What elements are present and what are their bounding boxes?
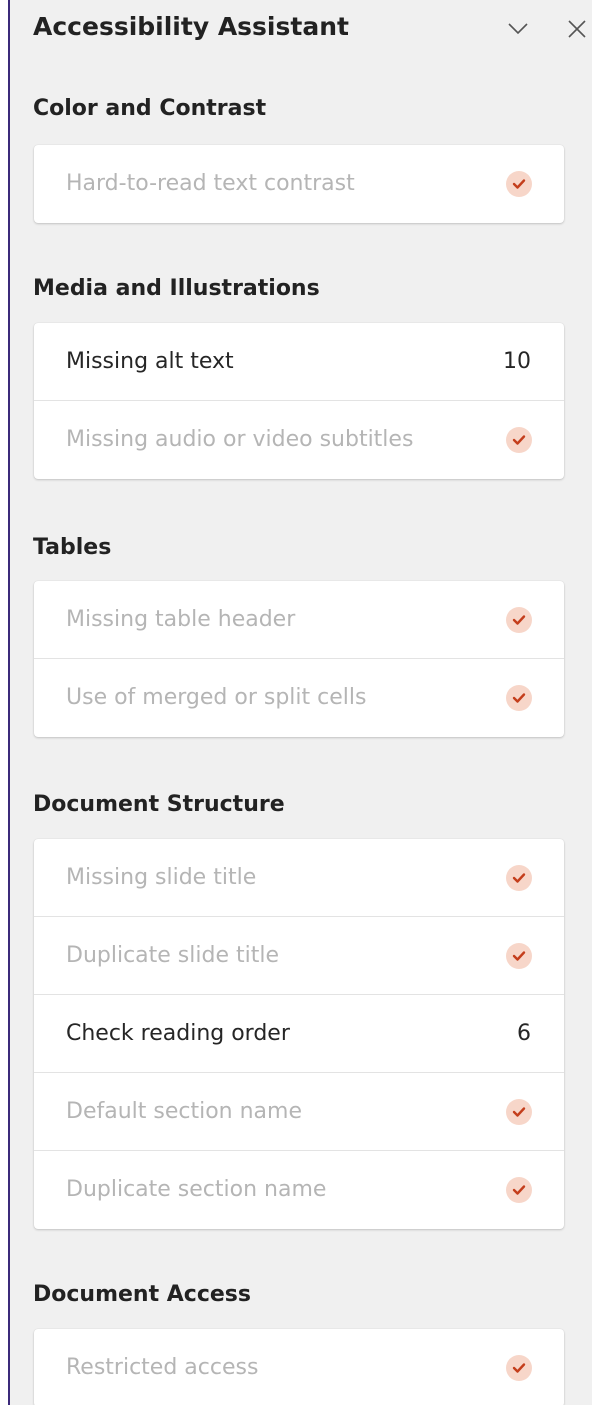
section-title-document-structure: Document Structure	[33, 792, 285, 817]
check-item-missing-table-header[interactable]: Missing table header	[34, 581, 564, 659]
close-button[interactable]	[560, 12, 592, 46]
section-card-document-access: Restricted access	[34, 1329, 564, 1405]
section-title-tables: Tables	[33, 535, 112, 560]
section-title-media-illustrations: Media and Illustrations	[33, 276, 320, 301]
section-title-color-contrast: Color and Contrast	[33, 96, 267, 121]
checkmark-icon	[506, 171, 532, 197]
check-item-label: Hard-to-read text contrast	[66, 171, 355, 196]
check-item-label: Duplicate section name	[66, 1177, 327, 1202]
check-item-merged-split-cells[interactable]: Use of merged or split cells	[34, 659, 564, 737]
checkmark-icon	[506, 865, 532, 891]
collapse-button[interactable]	[501, 12, 535, 46]
checkmark-icon	[506, 943, 532, 969]
checkmark-icon	[506, 685, 532, 711]
section-card-media-illustrations: Missing alt text 10 Missing audio or vid…	[34, 323, 564, 479]
check-item-label: Restricted access	[66, 1355, 259, 1380]
issue-count: 10	[503, 349, 531, 374]
check-item-label: Missing table header	[66, 607, 296, 632]
section-card-tables: Missing table header Use of merged or sp…	[34, 581, 564, 737]
checkmark-icon	[506, 1177, 532, 1203]
check-item-label: Duplicate slide title	[66, 943, 279, 968]
check-item-restricted-access[interactable]: Restricted access	[34, 1329, 564, 1405]
check-item-missing-subtitles[interactable]: Missing audio or video subtitles	[34, 401, 564, 479]
check-item-duplicate-slide-title[interactable]: Duplicate slide title	[34, 917, 564, 995]
pane-header: Accessibility Assistant	[33, 8, 592, 48]
check-item-label: Check reading order	[66, 1021, 290, 1046]
check-item-label: Missing alt text	[66, 349, 234, 374]
checkmark-icon	[506, 1355, 532, 1381]
check-item-missing-alt-text[interactable]: Missing alt text 10	[34, 323, 564, 401]
check-item-label: Default section name	[66, 1099, 302, 1124]
check-item-missing-slide-title[interactable]: Missing slide title	[34, 839, 564, 917]
check-item-label: Missing audio or video subtitles	[66, 427, 414, 452]
check-item-label: Use of merged or split cells	[66, 685, 367, 710]
section-title-document-access: Document Access	[33, 1282, 251, 1307]
window-left-border	[0, 0, 10, 1405]
issue-count: 6	[517, 1021, 531, 1046]
checkmark-icon	[506, 607, 532, 633]
check-item-reading-order[interactable]: Check reading order 6	[34, 995, 564, 1073]
check-item-text-contrast[interactable]: Hard-to-read text contrast	[34, 145, 564, 223]
section-card-color-contrast: Hard-to-read text contrast	[34, 145, 564, 223]
chevron-down-icon	[508, 23, 528, 35]
section-card-document-structure: Missing slide title Duplicate slide titl…	[34, 839, 564, 1229]
check-item-duplicate-section-name[interactable]: Duplicate section name	[34, 1151, 564, 1229]
accessibility-assistant-pane: Accessibility Assistant Color and Contra…	[12, 0, 592, 1405]
close-icon	[568, 20, 586, 38]
check-item-label: Missing slide title	[66, 865, 257, 890]
check-item-default-section-name[interactable]: Default section name	[34, 1073, 564, 1151]
checkmark-icon	[506, 427, 532, 453]
checkmark-icon	[506, 1099, 532, 1125]
